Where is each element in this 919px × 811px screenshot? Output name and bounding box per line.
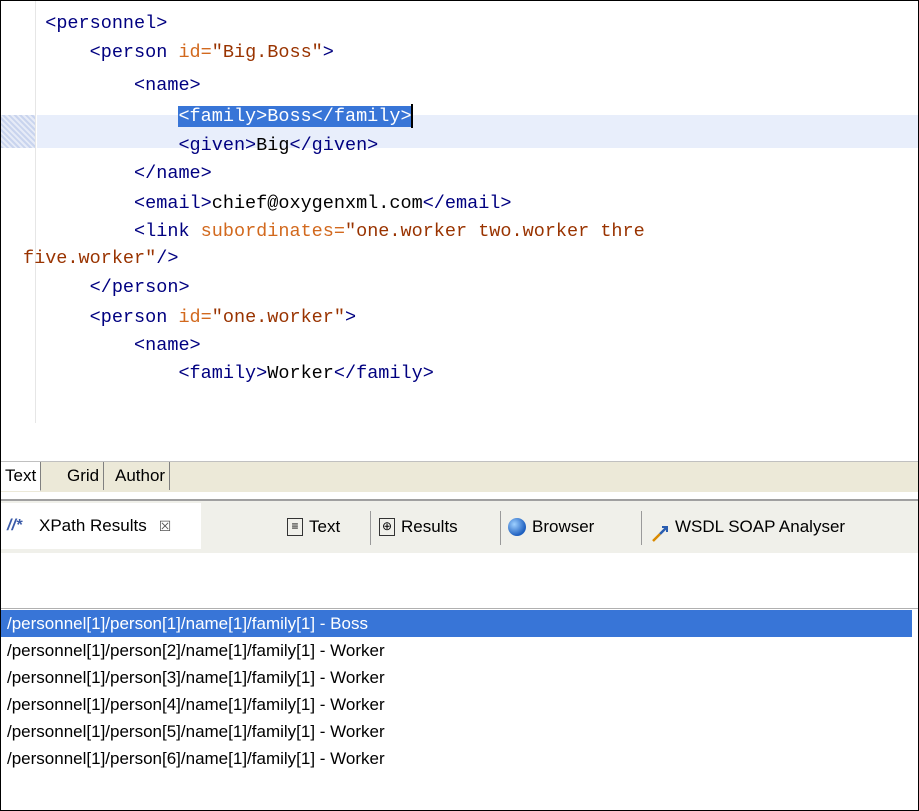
list-item[interactable]: /personnel[1]/person[5]/name[1]/family[1…: [1, 718, 385, 745]
code-line[interactable]: <name>: [23, 331, 201, 361]
selected-text: <family>Boss</family>: [178, 106, 412, 127]
text-document-icon: ≡: [287, 518, 303, 536]
code-tag: <given>: [178, 135, 257, 156]
code-line[interactable]: <person id="one.worker">: [23, 303, 356, 333]
list-item[interactable]: /personnel[1]/person[2]/name[1]/family[1…: [1, 637, 385, 664]
tab-separator: [370, 511, 371, 545]
xpath-results-icon: //*: [7, 517, 23, 534]
code-line[interactable]: <family>Boss</family>: [23, 102, 413, 132]
code-tag: <name>: [134, 75, 201, 96]
text-caret: [410, 104, 413, 129]
code-attr: subordinates=: [200, 221, 345, 242]
tab-wsdl-label: WSDL SOAP Analyser: [675, 517, 846, 536]
code-val: "one.worker two.worker thre: [344, 221, 645, 242]
close-icon[interactable]: ☒: [159, 506, 172, 546]
code-line[interactable]: <given>Big</given>: [23, 131, 378, 161]
tab-wsdl-soap-analyser[interactable]: WSDL SOAP Analyser: [651, 507, 845, 547]
wsdl-analyser-icon: [651, 518, 669, 542]
tab-separator: [500, 511, 501, 545]
code-txt: Worker: [267, 363, 334, 384]
tab-text-view[interactable]: ≡ Text: [287, 507, 340, 547]
window: <personnel> <person id="Big.Boss"> <name…: [0, 0, 919, 811]
tab-browser[interactable]: Browser: [508, 507, 594, 547]
code-val: five.worker": [23, 248, 157, 269]
tab-text-view-label: Text: [309, 517, 341, 536]
tab-separator: [641, 511, 642, 545]
code-line[interactable]: <personnel>: [23, 9, 167, 39]
xpath-results-list: /personnel[1]/person[1]/name[1]/family[1…: [1, 610, 918, 810]
code-tag: >: [345, 307, 357, 328]
tab-text[interactable]: Text: [1, 462, 42, 491]
code-tag: <link: [134, 221, 201, 242]
tab-grid[interactable]: Grid: [63, 462, 105, 490]
code-val: "Big.Boss": [211, 42, 323, 63]
list-item[interactable]: /personnel[1]/person[6]/name[1]/family[1…: [1, 745, 385, 772]
code-tag: </given>: [289, 135, 379, 156]
results-toolbar-area: [1, 553, 918, 609]
list-item[interactable]: /personnel[1]/person[4]/name[1]/family[1…: [1, 691, 385, 718]
code-line[interactable]: </person>: [23, 273, 190, 303]
code-line[interactable]: <family>Worker</family>: [23, 359, 434, 389]
code-line[interactable]: five.worker"/>: [23, 244, 178, 274]
code-attr: id=: [178, 307, 212, 328]
code-tag: <name>: [134, 335, 201, 356]
tab-results-label: Results: [401, 517, 458, 536]
view-tabs: //* XPath Results ☒ ≡ Text ⊕ Results Bro…: [1, 499, 918, 555]
code-tag: <person: [89, 307, 179, 328]
code-line[interactable]: <name>: [23, 71, 201, 101]
code-tag: </family>: [333, 363, 434, 384]
code-line[interactable]: <person id="Big.Boss">: [23, 38, 334, 68]
code-tag: </email>: [422, 193, 512, 214]
code-val: "one.worker": [211, 307, 345, 328]
code-tag: />: [156, 248, 179, 269]
code-line[interactable]: <link subordinates="one.worker two.worke…: [23, 217, 645, 247]
tab-author[interactable]: Author: [111, 462, 171, 490]
code-attr: id=: [178, 42, 212, 63]
tab-results[interactable]: ⊕ Results: [379, 507, 458, 547]
code-tag: <family>: [178, 363, 268, 384]
code-tag: </name>: [134, 163, 212, 184]
code-tag: >: [322, 42, 334, 63]
code-tag: <email>: [134, 193, 212, 214]
code-tag: <person: [89, 42, 179, 63]
code-line[interactable]: </name>: [23, 159, 212, 189]
results-icon: ⊕: [379, 518, 395, 536]
xml-text-editor[interactable]: <personnel> <person id="Big.Boss"> <name…: [1, 1, 918, 461]
code-txt: chief@oxygenxml.com: [211, 193, 423, 214]
tab-xpath-results[interactable]: //* XPath Results ☒: [1, 503, 202, 549]
code-tag: <personnel>: [45, 13, 168, 34]
globe-icon: [508, 518, 526, 536]
list-item[interactable]: /personnel[1]/person[1]/name[1]/family[1…: [1, 610, 912, 637]
code-txt: Big: [256, 135, 290, 156]
list-item[interactable]: /personnel[1]/person[3]/name[1]/family[1…: [1, 664, 385, 691]
code-line[interactable]: <email>chief@oxygenxml.com</email>: [23, 189, 512, 219]
tab-browser-label: Browser: [532, 517, 595, 536]
tab-xpath-results-label: XPath Results: [39, 516, 147, 535]
editor-mode-tabs: Text Grid Author: [1, 461, 918, 492]
code-tag: </person>: [89, 277, 190, 298]
results-divider: [1, 608, 918, 609]
